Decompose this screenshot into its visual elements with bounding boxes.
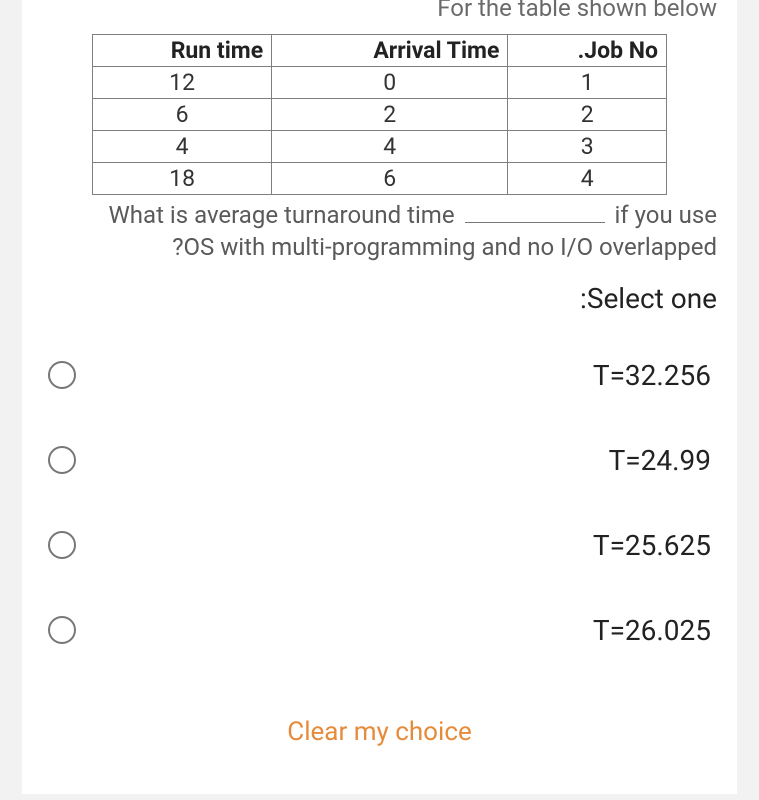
option-row[interactable]: T=24.99 <box>42 444 717 477</box>
cell: 4 <box>508 163 667 195</box>
question-text: What is average turnaround time if you u… <box>42 199 717 264</box>
question-card: For the table shown below Run time Arriv… <box>22 0 737 794</box>
cell: 6 <box>272 163 508 195</box>
cell: 6 <box>93 99 272 131</box>
option-label: T=25.625 <box>593 529 711 562</box>
question-part: What is average turnaround time <box>109 201 455 229</box>
option-label: T=24.99 <box>609 444 711 477</box>
col-header: .Job No <box>508 35 667 67</box>
cell: 3 <box>508 131 667 163</box>
select-one-label: :Select one <box>42 282 717 315</box>
cell: 4 <box>93 131 272 163</box>
option-row[interactable]: T=26.025 <box>42 614 717 647</box>
radio-button[interactable] <box>48 616 76 644</box>
cell: 4 <box>272 131 508 163</box>
option-label: T=26.025 <box>593 614 711 647</box>
radio-button[interactable] <box>48 446 76 474</box>
table-row: 6 2 2 <box>93 99 667 131</box>
option-row[interactable]: T=32.256 <box>42 359 717 392</box>
col-header: Run time <box>93 35 272 67</box>
cell: 1 <box>508 67 667 99</box>
option-label: T=32.256 <box>593 359 711 392</box>
question-part: ?OS with multi-programming and no I/O ov… <box>172 233 717 261</box>
intro-text: For the table shown below <box>42 0 717 22</box>
table-row: 18 6 4 <box>93 163 667 195</box>
blank-line <box>465 222 605 223</box>
radio-button[interactable] <box>48 531 76 559</box>
cell: 2 <box>508 99 667 131</box>
cell: 0 <box>272 67 508 99</box>
col-header: Arrival Time <box>272 35 508 67</box>
option-row[interactable]: T=25.625 <box>42 529 717 562</box>
question-part: if you use <box>614 201 717 229</box>
cell: 18 <box>93 163 272 195</box>
job-table: Run time Arrival Time .Job No 12 0 1 6 2… <box>92 34 667 195</box>
table-header-row: Run time Arrival Time .Job No <box>93 35 667 67</box>
cell: 2 <box>272 99 508 131</box>
table-row: 12 0 1 <box>93 67 667 99</box>
radio-button[interactable] <box>48 361 76 389</box>
table-row: 4 4 3 <box>93 131 667 163</box>
clear-choice-link[interactable]: Clear my choice <box>42 699 717 765</box>
cell: 12 <box>93 67 272 99</box>
